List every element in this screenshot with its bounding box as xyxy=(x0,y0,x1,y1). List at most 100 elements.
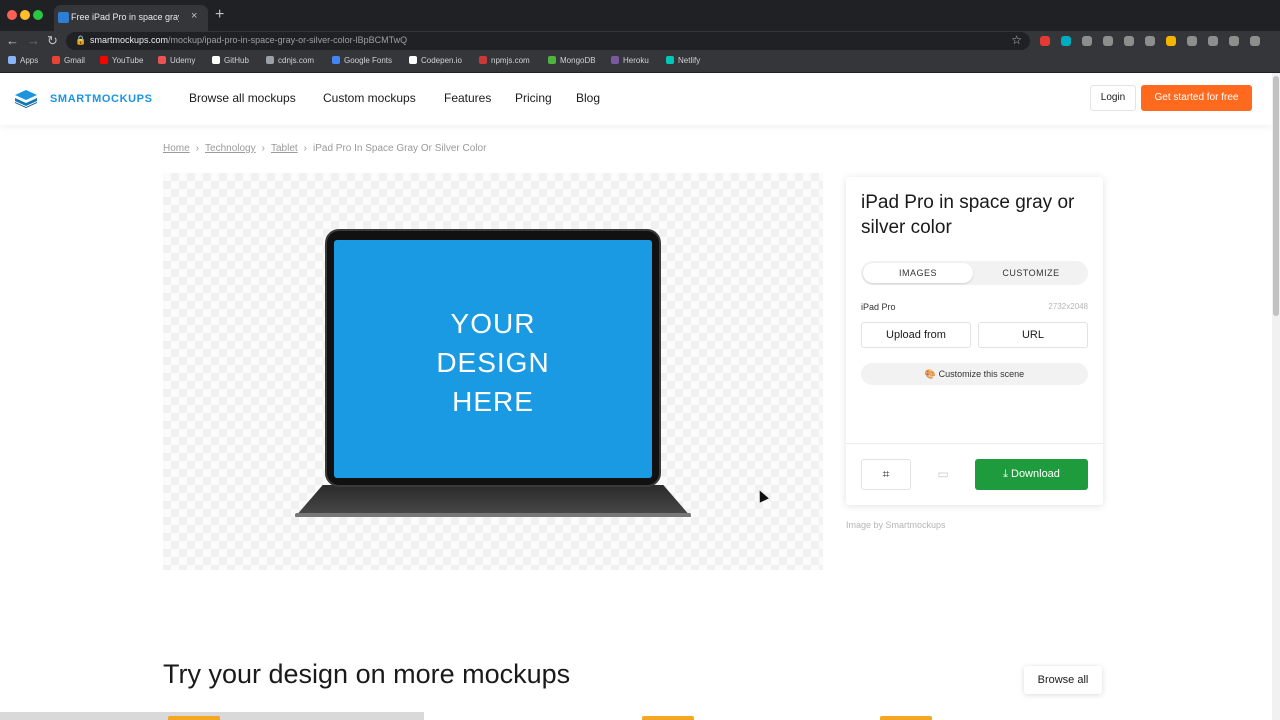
browser-extension-icon[interactable] xyxy=(1040,36,1050,46)
mockup-title: iPad Pro in space gray or silver color xyxy=(861,192,1075,238)
bookmark-cdnjs-com[interactable]: cdnjs.com xyxy=(266,56,314,65)
bookmark-label: cdnjs.com xyxy=(278,56,315,65)
tab-images[interactable]: IMAGES xyxy=(863,263,973,283)
tab-close-icon[interactable]: × xyxy=(191,10,197,22)
bookmark-favicon-icon xyxy=(666,56,674,64)
bookmark-udemy[interactable]: Udemy xyxy=(158,56,195,65)
page-scrollbar-thumb[interactable] xyxy=(1273,76,1279,316)
browser-extension-icon[interactable] xyxy=(1187,36,1197,46)
smartmockups-logo-icon[interactable] xyxy=(15,90,37,108)
back-arrow-icon[interactable]: ← xyxy=(6,33,19,48)
browser-extension-icon[interactable] xyxy=(1145,36,1155,46)
bookmark-label: GitHub xyxy=(224,56,249,65)
browser-extension-icon[interactable] xyxy=(1208,36,1218,46)
site-header: SMARTMOCKUPS Browse all mockups Custom m… xyxy=(0,73,1272,125)
bookmark-label: npmjs.com xyxy=(491,56,530,65)
nav-features[interactable]: Features xyxy=(444,91,491,105)
minimize-window-button[interactable] xyxy=(20,10,30,20)
bookmark-google-fonts[interactable]: Google Fonts xyxy=(332,56,392,65)
url-text: smartmockups.com/mockup/ipad-pro-in-spac… xyxy=(90,35,407,45)
download-button[interactable]: ⤓ Download xyxy=(975,459,1088,490)
browse-all-button[interactable]: Browse all xyxy=(1024,666,1102,694)
browser-extension-icon[interactable] xyxy=(1061,36,1071,46)
bookmark-label: Codepen.io xyxy=(421,56,462,65)
crop-icon[interactable]: ⌗ xyxy=(861,459,911,490)
browser-extension-icon[interactable] xyxy=(1124,36,1134,46)
breadcrumb-separator: › xyxy=(195,143,200,154)
upload-from-button[interactable]: Upload from xyxy=(861,322,971,348)
browser-extension-icon[interactable] xyxy=(1229,36,1239,46)
browser-extension-icon[interactable] xyxy=(1103,36,1113,46)
breadcrumb-home[interactable]: Home xyxy=(163,143,190,154)
mockup-panel: iPad Pro in space gray or silver color I… xyxy=(846,177,1103,505)
keyboard-edge xyxy=(295,513,691,517)
bookmark-label: Gmail xyxy=(64,56,85,65)
bookmark-favicon-icon xyxy=(266,56,274,64)
browser-extension-icon[interactable] xyxy=(1166,36,1176,46)
bookmark-label: YouTube xyxy=(112,56,144,65)
bookmark-favicon-icon xyxy=(52,56,60,64)
bookmark-netlify[interactable]: Netlify xyxy=(666,56,700,65)
tab-title: Free iPad Pro in space gray or xyxy=(71,12,179,22)
bookmark-youtube[interactable]: YouTube xyxy=(100,56,143,65)
download-icon: ⤓ xyxy=(1003,468,1011,480)
mockup-card-peek[interactable] xyxy=(880,716,932,720)
browser-toolbar: ← → ↻ 🔒 smartmockups.com/mockup/ipad-pro… xyxy=(0,31,1280,51)
bookmark-gmail[interactable]: Gmail xyxy=(52,56,85,65)
forward-arrow-icon[interactable]: → xyxy=(27,33,40,48)
bookmark-mongodb[interactable]: MongoDB xyxy=(548,56,596,65)
customize-scene-button[interactable]: 🎨 Customize this scene xyxy=(861,363,1088,385)
panel-divider xyxy=(846,443,1103,444)
bookmark-label: MongoDB xyxy=(560,56,596,65)
device-resolution: 2732x2048 xyxy=(1048,302,1088,311)
device-label: iPad Pro xyxy=(861,302,896,312)
bookmarks-bar: Apps Gmail YouTube Udemy GitHub cdnjs.com Goog… xyxy=(0,51,1280,73)
bookmark-codepen-io[interactable]: Codepen.io xyxy=(409,56,462,65)
new-tab-icon[interactable]: + xyxy=(215,6,224,24)
breadcrumb-current: iPad Pro In Space Gray Or Silver Color xyxy=(313,143,487,154)
ipad-screen[interactable]: YOUR DESIGN HERE xyxy=(334,240,652,478)
bookmark-label: Netlify xyxy=(678,56,701,65)
nav-pricing[interactable]: Pricing xyxy=(515,91,552,105)
download-label: Download xyxy=(1011,468,1060,480)
close-window-button[interactable] xyxy=(7,10,17,20)
breadcrumb-tablet[interactable]: Tablet xyxy=(271,143,298,154)
bookmark-label: Google Fonts xyxy=(344,56,393,65)
nav-custom-mockups[interactable]: Custom mockups xyxy=(323,91,416,105)
bookmark-favicon-icon xyxy=(212,56,220,64)
url-button[interactable]: URL xyxy=(978,322,1088,348)
save-icon[interactable]: ▭ xyxy=(918,459,968,490)
breadcrumb: Home › Technology › Tablet › iPad Pro In Space… xyxy=(163,143,486,154)
mockup-card-peek[interactable] xyxy=(642,716,694,720)
bookmark-label: Apps xyxy=(20,56,39,65)
bookmark-star-icon[interactable]: ☆ xyxy=(1011,33,1022,47)
screen-placeholder-text: YOUR DESIGN HERE xyxy=(436,308,550,417)
lock-icon: 🔒 xyxy=(75,35,87,45)
browser-extension-icon[interactable] xyxy=(1250,36,1260,46)
bookmark-label: Heroku xyxy=(623,56,649,65)
browser-tab[interactable]: Free iPad Pro in space gray or × xyxy=(54,5,208,31)
url-host: smartmockups.com xyxy=(90,35,169,45)
nav-blog[interactable]: Blog xyxy=(576,91,600,105)
mockup-preview[interactable]: YOUR DESIGN HERE xyxy=(163,173,823,570)
login-button[interactable]: Login xyxy=(1090,85,1136,111)
breadcrumb-technology[interactable]: Technology xyxy=(205,143,256,154)
reload-icon[interactable]: ↻ xyxy=(47,33,58,49)
logo-text[interactable]: SMARTMOCKUPS xyxy=(50,93,153,105)
mockup-card-peek[interactable] xyxy=(168,716,220,720)
bookmark-favicon-icon xyxy=(611,56,619,64)
address-bar[interactable]: 🔒 smartmockups.com/mockup/ipad-pro-in-sp… xyxy=(66,32,1030,50)
bookmark-apps[interactable]: Apps xyxy=(8,56,38,65)
image-credit: Image by Smartmockups xyxy=(846,520,946,530)
bookmark-favicon-icon xyxy=(479,56,487,64)
bookmark-label: Udemy xyxy=(170,56,196,65)
bookmark-github[interactable]: GitHub xyxy=(212,56,249,65)
bookmark-npmjs-com[interactable]: npmjs.com xyxy=(479,56,530,65)
maximize-window-button[interactable] xyxy=(33,10,43,20)
bookmark-heroku[interactable]: Heroku xyxy=(611,56,649,65)
get-started-button[interactable]: Get started for free xyxy=(1141,85,1252,111)
browser-extension-icon[interactable] xyxy=(1082,36,1092,46)
smartmockups-favicon-icon xyxy=(58,12,69,23)
nav-browse-all-mockups[interactable]: Browse all mockups xyxy=(189,91,296,105)
tab-customize[interactable]: CUSTOMIZE xyxy=(976,263,1086,283)
